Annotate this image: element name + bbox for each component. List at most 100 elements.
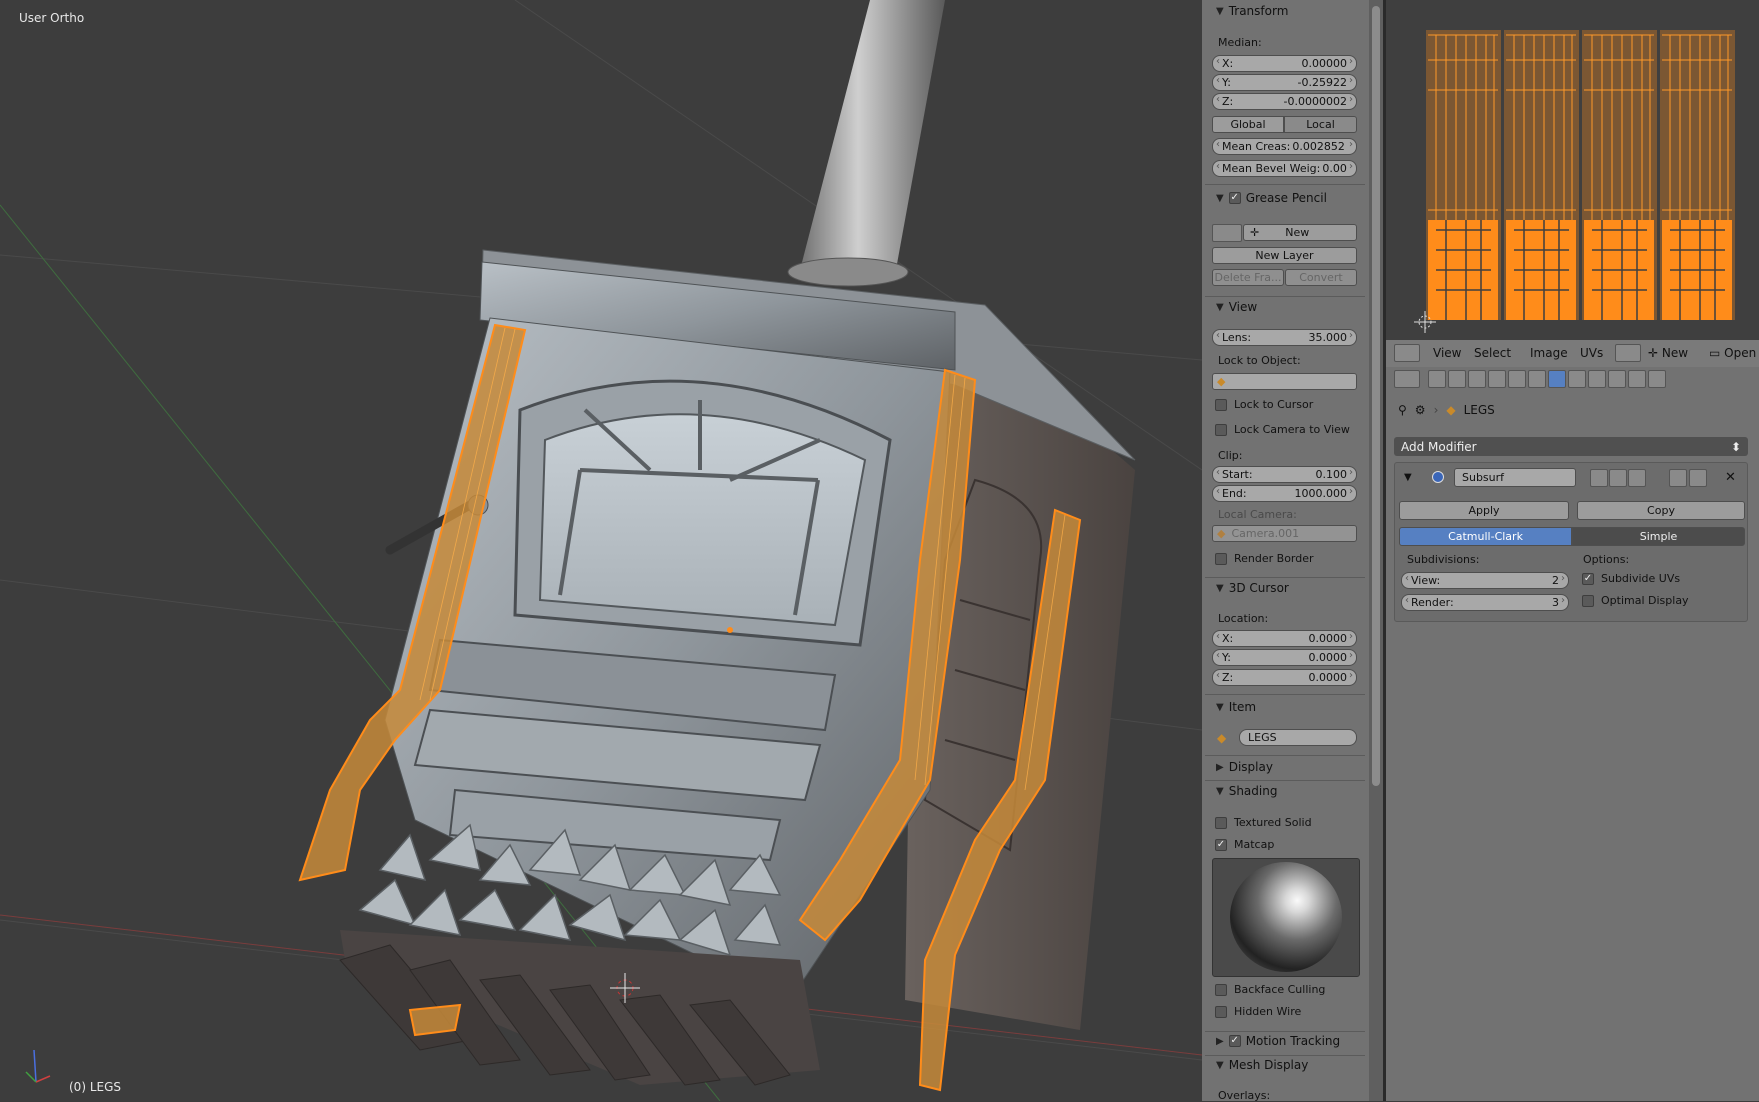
- uv-menu-uvs[interactable]: UVs: [1580, 346, 1603, 360]
- grease-pencil-new-button[interactable]: ✛ New: [1243, 224, 1357, 241]
- uv-open-image-button[interactable]: ▭ Open: [1709, 346, 1756, 360]
- mesh-display-panel-header[interactable]: ▼ Mesh Display: [1216, 1058, 1308, 1072]
- local-button[interactable]: Local: [1284, 116, 1357, 133]
- cursor-y-field[interactable]: Y:0.0000: [1212, 649, 1357, 666]
- shelf-scrollbar[interactable]: [1369, 0, 1383, 1101]
- mesh-object-icon: ◆: [1217, 731, 1227, 745]
- motion-tracking-panel-header[interactable]: ▶ ✓ Motion Tracking: [1216, 1034, 1340, 1048]
- view-name-label: User Ortho: [19, 11, 85, 25]
- matcap-preview[interactable]: [1212, 858, 1360, 977]
- uv-editor-header: View Select Image UVs ✛ New ▭ Open: [1386, 340, 1759, 368]
- copy-button[interactable]: Copy: [1577, 501, 1745, 520]
- convert-button[interactable]: Convert: [1285, 269, 1357, 286]
- view-panel-header[interactable]: ▼ View: [1216, 300, 1257, 314]
- pencil-icon[interactable]: [1212, 224, 1242, 242]
- clip-start-field[interactable]: Start:0.100: [1212, 466, 1357, 483]
- 3d-cursor-panel-header[interactable]: ▼ 3D Cursor: [1216, 581, 1289, 595]
- simple-button[interactable]: Simple: [1572, 527, 1745, 546]
- pin-icon[interactable]: ⚲: [1398, 403, 1407, 417]
- subdivisions-view-field[interactable]: View:2: [1401, 572, 1569, 589]
- layers-tab-icon[interactable]: [1448, 370, 1466, 388]
- scene-icon: ⚙: [1414, 403, 1426, 417]
- subdivide-uvs-checkbox[interactable]: ✓ Subdivide UVs: [1582, 572, 1680, 585]
- material-tab-icon[interactable]: [1588, 370, 1606, 388]
- options-label: Options:: [1583, 553, 1630, 566]
- render-tab-icon[interactable]: [1428, 370, 1446, 388]
- editmode-toggle-icon[interactable]: [1628, 469, 1646, 487]
- motion-tracking-checkbox[interactable]: ✓: [1228, 1035, 1241, 1047]
- modifier-name-field[interactable]: Subsurf: [1454, 468, 1576, 487]
- transform-panel-header[interactable]: ▼ Transform: [1216, 4, 1288, 18]
- viewport-toggle-icon[interactable]: [1609, 469, 1627, 487]
- properties-editor-type-icon[interactable]: [1394, 370, 1420, 388]
- subdivisions-render-field[interactable]: Render:3: [1401, 594, 1569, 611]
- display-panel-header[interactable]: ▶ Display: [1216, 760, 1273, 774]
- cube-icon: ◆: [1217, 375, 1226, 388]
- uv-new-image-button[interactable]: ✛ New: [1648, 346, 1688, 360]
- render-border-checkbox[interactable]: Render Border: [1215, 552, 1314, 565]
- new-layer-button[interactable]: New Layer: [1212, 247, 1357, 264]
- data-tab-icon[interactable]: [1568, 370, 1586, 388]
- cursor-x-field[interactable]: X:0.0000: [1212, 630, 1357, 647]
- move-down-icon[interactable]: [1689, 469, 1707, 487]
- image-browse-icon[interactable]: [1615, 344, 1641, 362]
- clip-label: Clip:: [1218, 449, 1243, 462]
- object-tab-icon[interactable]: [1508, 370, 1526, 388]
- overlays-label: Overlays:: [1218, 1089, 1271, 1102]
- camera-icon: ◆: [1217, 527, 1226, 540]
- hidden-wire-checkbox[interactable]: Hidden Wire: [1215, 1005, 1301, 1018]
- lens-field[interactable]: Lens:35.000: [1212, 329, 1357, 346]
- render-toggle-icon[interactable]: [1590, 469, 1608, 487]
- grease-pencil-panel-header[interactable]: ▼ ✓ Grease Pencil: [1216, 191, 1327, 205]
- mean-crease-field[interactable]: Mean Creas:0.002852: [1212, 138, 1357, 155]
- shading-panel-header[interactable]: ▼ Shading: [1216, 784, 1277, 798]
- chimney-pipe: [800, 0, 945, 275]
- add-modifier-dropdown[interactable]: Add Modifier ⬍: [1394, 437, 1748, 456]
- local-camera-field[interactable]: ◆ Camera.001: [1212, 525, 1357, 542]
- editor-type-icon[interactable]: [1394, 344, 1420, 362]
- particles-tab-icon[interactable]: [1628, 370, 1646, 388]
- median-y-field[interactable]: Y:-0.25922: [1212, 74, 1357, 91]
- lock-to-object-label: Lock to Object:: [1218, 354, 1301, 367]
- scene-tab-icon[interactable]: [1468, 370, 1486, 388]
- modifiers-tab-icon[interactable]: [1548, 370, 1566, 388]
- backface-culling-checkbox[interactable]: Backface Culling: [1215, 983, 1325, 996]
- mean-bevel-weight-field[interactable]: Mean Bevel Weig:0.00: [1212, 160, 1357, 177]
- texture-tab-icon[interactable]: [1608, 370, 1626, 388]
- constraints-tab-icon[interactable]: [1528, 370, 1546, 388]
- median-label: Median:: [1218, 36, 1262, 49]
- stove-door-glass: [538, 413, 867, 627]
- uv-menu-view[interactable]: View: [1433, 346, 1461, 360]
- collapse-triangle-icon[interactable]: ▼: [1404, 472, 1412, 483]
- folder-icon: ▭: [1709, 346, 1725, 360]
- matcap-checkbox[interactable]: ✓ Matcap: [1215, 838, 1274, 851]
- stove-model-render: [0, 0, 1202, 1101]
- median-z-field[interactable]: Z:-0.0000002: [1212, 93, 1357, 110]
- textured-solid-checkbox[interactable]: Textured Solid: [1215, 816, 1312, 829]
- clip-end-field[interactable]: End:1000.000: [1212, 485, 1357, 502]
- catmull-clark-button[interactable]: Catmull-Clark: [1399, 527, 1572, 546]
- world-tab-icon[interactable]: [1488, 370, 1506, 388]
- mesh-object-icon: ◆: [1446, 403, 1456, 417]
- global-button[interactable]: Global: [1212, 116, 1284, 133]
- uv-editor[interactable]: [1386, 0, 1759, 340]
- lock-to-object-field[interactable]: ◆: [1212, 373, 1357, 390]
- item-name-field[interactable]: LEGS: [1239, 729, 1357, 746]
- physics-tab-icon[interactable]: [1648, 370, 1666, 388]
- apply-button[interactable]: Apply: [1399, 501, 1569, 520]
- uv-menu-select[interactable]: Select: [1474, 346, 1511, 360]
- subsurf-modifier-icon: [1432, 471, 1444, 483]
- subdivisions-label: Subdivisions:: [1407, 553, 1480, 566]
- lock-to-cursor-checkbox[interactable]: Lock to Cursor: [1215, 398, 1313, 411]
- cursor-z-field[interactable]: Z:0.0000: [1212, 669, 1357, 686]
- optimal-display-checkbox[interactable]: Optimal Display: [1582, 594, 1689, 607]
- lock-camera-to-view-checkbox[interactable]: Lock Camera to View: [1215, 423, 1350, 436]
- 3d-viewport[interactable]: User Ortho (0) LEGS: [0, 0, 1202, 1101]
- median-x-field[interactable]: X:0.00000: [1212, 55, 1357, 72]
- close-icon[interactable]: ✕: [1725, 470, 1736, 485]
- uv-menu-image[interactable]: Image: [1530, 346, 1568, 360]
- move-up-icon[interactable]: [1669, 469, 1687, 487]
- grease-pencil-checkbox[interactable]: ✓: [1228, 192, 1241, 204]
- delete-frame-button[interactable]: Delete Fra...: [1212, 269, 1284, 286]
- item-panel-header[interactable]: ▼ Item: [1216, 700, 1256, 714]
